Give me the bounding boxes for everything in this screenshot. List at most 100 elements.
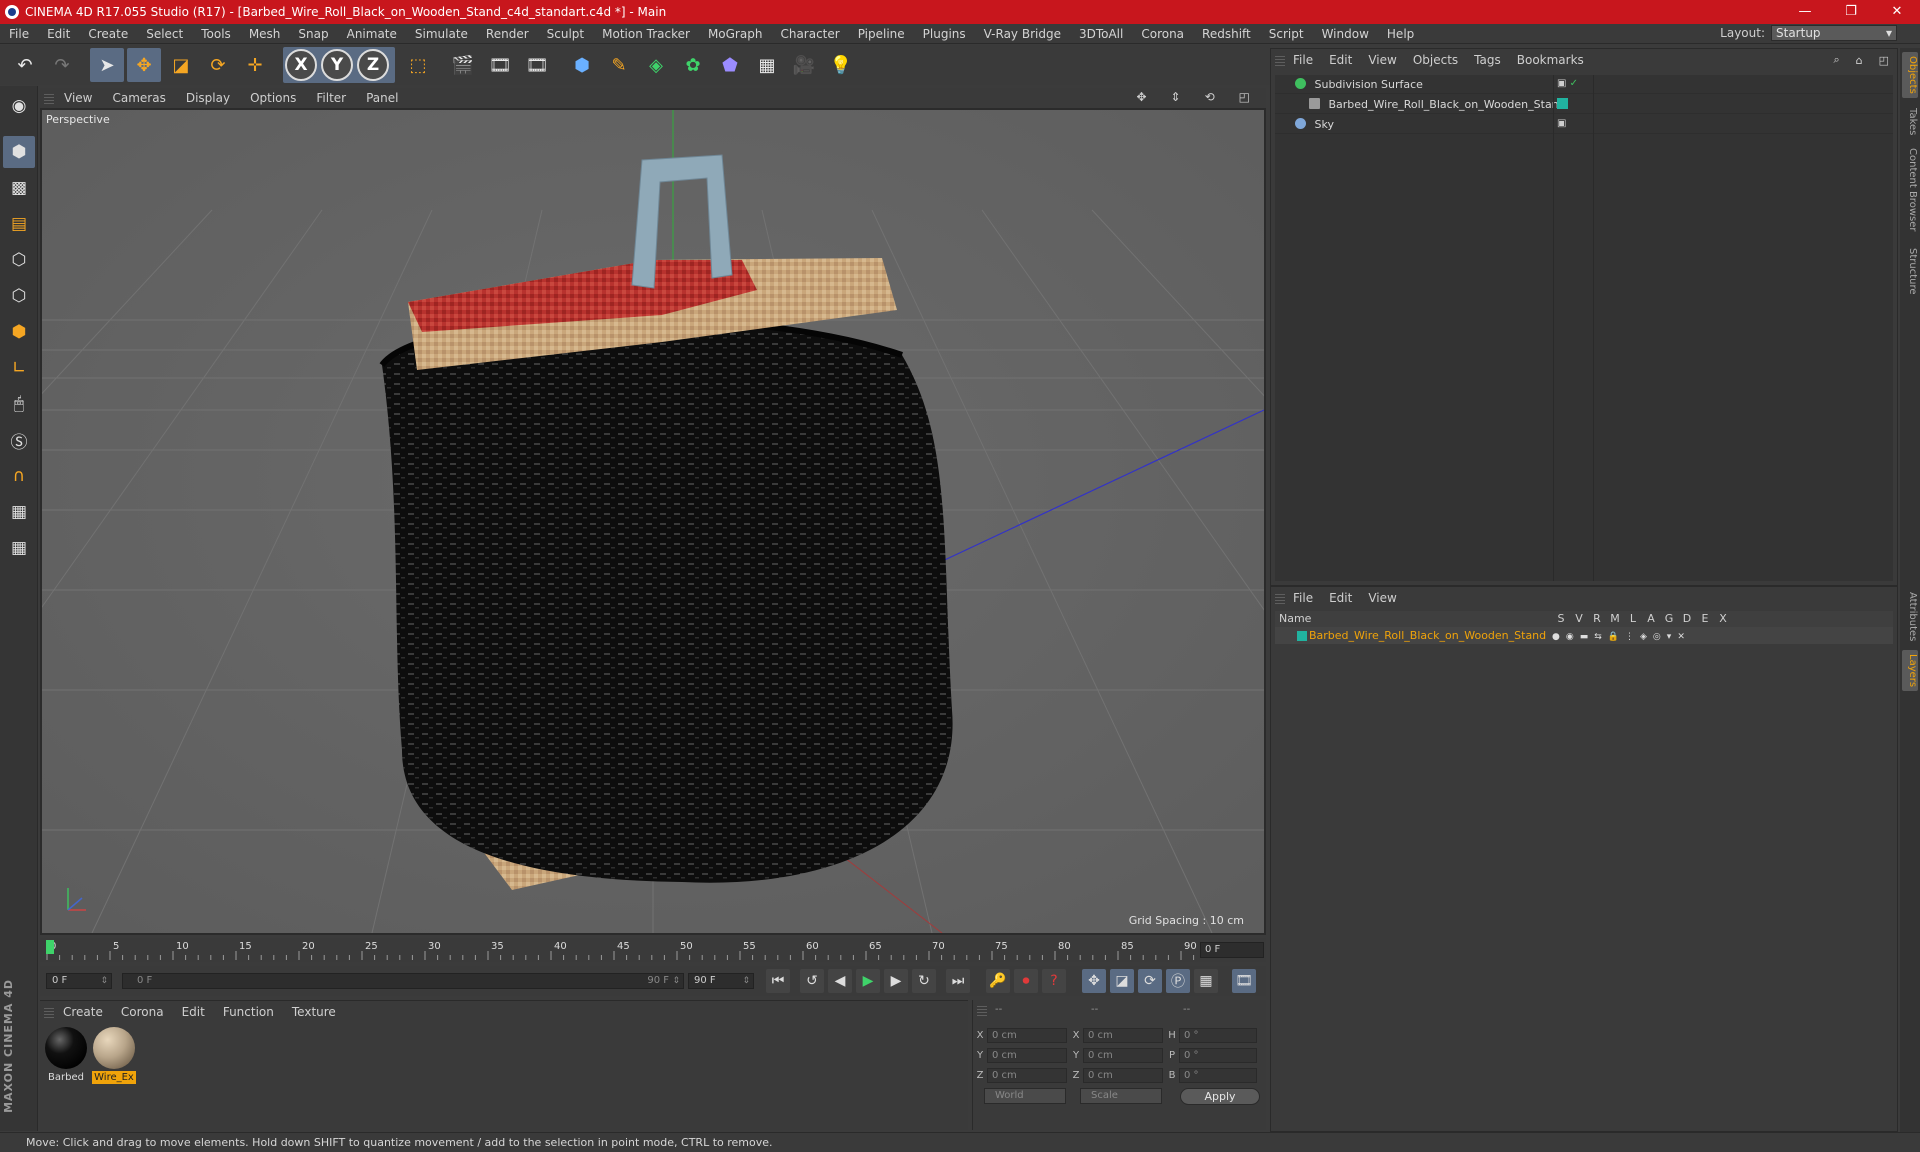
timeline-window-icon[interactable]: 🎞 — [1232, 969, 1256, 993]
menu-plugins[interactable]: Plugins — [914, 27, 975, 41]
menu-3dtoall[interactable]: 3DToAll — [1070, 27, 1132, 41]
camera-icon[interactable]: 🎥 — [787, 48, 821, 82]
magnet-icon[interactable]: ∩ — [3, 460, 35, 492]
close-button[interactable]: ✕ — [1874, 0, 1920, 24]
menu-render[interactable]: Render — [477, 27, 538, 41]
menu-edit[interactable]: Edit — [38, 27, 79, 41]
layers-menu-view[interactable]: View — [1360, 591, 1404, 605]
layout-dropdown[interactable]: Startup — [1771, 25, 1897, 41]
rotation-key-icon[interactable]: ⟳ — [1138, 969, 1162, 993]
tab-content-browser[interactable]: Content Browser — [1902, 144, 1918, 235]
objects-menu-file[interactable]: File — [1285, 53, 1321, 67]
solo-icon[interactable]: Ⓢ — [3, 424, 35, 456]
material-menu-edit[interactable]: Edit — [173, 1005, 214, 1019]
apply-button[interactable]: Apply — [1180, 1088, 1260, 1105]
minimize-button[interactable]: — — [1782, 0, 1828, 24]
end-frame-field[interactable]: 90 F — [688, 973, 754, 989]
objects-menu-bookmarks[interactable]: Bookmarks — [1509, 53, 1592, 67]
animation-toggle-icon[interactable]: ⋮ — [1625, 629, 1634, 646]
layers-menu-file[interactable]: File — [1285, 591, 1321, 605]
size-x-field[interactable]: 0 cm — [1083, 1028, 1163, 1043]
render-toggle-icon[interactable]: ▬ — [1580, 629, 1589, 646]
rotate-icon[interactable]: ⟳ — [201, 48, 235, 82]
material-menu-function[interactable]: Function — [214, 1005, 283, 1019]
material-menu-texture[interactable]: Texture — [283, 1005, 345, 1019]
points-mode-icon[interactable]: ⬡ — [3, 244, 35, 276]
previous-key-icon[interactable]: ↺ — [800, 969, 824, 993]
viewport-menu-view[interactable]: View — [54, 91, 102, 105]
object-row-subdivision-surface[interactable]: Subdivision Surface — [1275, 75, 1893, 94]
position-z-field[interactable]: 0 cm — [987, 1068, 1067, 1083]
menu-vray-bridge[interactable]: V-Ray Bridge — [975, 27, 1070, 41]
rotation-h-field[interactable]: 0 ° — [1179, 1028, 1257, 1043]
menu-pipeline[interactable]: Pipeline — [849, 27, 914, 41]
material-menu-corona[interactable]: Corona — [112, 1005, 173, 1019]
render-view-icon[interactable]: 🎬 — [446, 48, 480, 82]
restore-button[interactable]: ❐ — [1828, 0, 1874, 24]
menu-mesh[interactable]: Mesh — [240, 27, 290, 41]
go-to-end-icon[interactable]: ⏭ — [946, 969, 970, 993]
menu-simulate[interactable]: Simulate — [406, 27, 477, 41]
viewport-menu-panel[interactable]: Panel — [356, 91, 408, 105]
position-y-field[interactable]: 0 cm — [987, 1048, 1067, 1063]
object-row-sky[interactable]: Sky — [1275, 115, 1893, 134]
menu-animate[interactable]: Animate — [338, 27, 406, 41]
start-frame-field[interactable]: 0 F — [46, 973, 112, 989]
size-y-field[interactable]: 0 cm — [1083, 1048, 1163, 1063]
timeline-ruler[interactable]: 051015202530354045505560657075808590 0 F — [40, 938, 1266, 962]
undo-icon[interactable]: ↶ — [8, 48, 42, 82]
visibility-toggles-row3[interactable]: ▣ — [1557, 118, 1566, 129]
view-toggle-icon[interactable]: ◉ — [1566, 629, 1574, 646]
objects-menu-objects[interactable]: Objects — [1405, 53, 1466, 67]
move-icon[interactable]: ✥ — [127, 48, 161, 82]
viewport-menu-display[interactable]: Display — [176, 91, 240, 105]
frame-range-slider[interactable]: 0 F 90 F — [122, 973, 684, 989]
menu-file[interactable]: File — [0, 27, 38, 41]
tab-objects[interactable]: Objects — [1902, 52, 1918, 98]
xref-toggle-icon[interactable]: ✕ — [1677, 629, 1685, 646]
record-icon[interactable]: ⏺ — [1014, 969, 1038, 993]
x-axis-button[interactable]: X — [285, 49, 317, 81]
manager-toggle-icon[interactable]: ⇆ — [1594, 629, 1602, 646]
search-icon[interactable]: ⌕ — [1825, 53, 1847, 67]
viewport-menu-options[interactable]: Options — [240, 91, 306, 105]
y-axis-button[interactable]: Y — [321, 49, 353, 81]
menu-help[interactable]: Help — [1378, 27, 1423, 41]
menu-redshift[interactable]: Redshift — [1193, 27, 1260, 41]
z-axis-button[interactable]: Z — [357, 49, 389, 81]
menu-corona[interactable]: Corona — [1132, 27, 1193, 41]
position-x-field[interactable]: 0 cm — [987, 1028, 1067, 1043]
tab-structure[interactable]: Structure — [1902, 244, 1918, 299]
snap-settings-icon[interactable]: ▦ — [3, 532, 35, 564]
generator-toggle-icon[interactable]: ◈ — [1640, 629, 1647, 646]
dolly-icon[interactable]: ⇕ — [1161, 90, 1191, 104]
orbit-icon[interactable]: ⟲ — [1195, 90, 1225, 104]
subdivision-icon[interactable]: ◈ — [639, 48, 673, 82]
go-to-start-icon[interactable]: ⏮ — [766, 969, 790, 993]
render-picture-viewer-icon[interactable]: 🎞 — [483, 48, 517, 82]
make-editable-icon[interactable]: ◉ — [3, 90, 35, 122]
point-level-icon[interactable]: ▦ — [1194, 969, 1218, 993]
redo-icon[interactable]: ↷ — [45, 48, 79, 82]
rotation-b-field[interactable]: 0 ° — [1179, 1068, 1257, 1083]
snap-grid-icon[interactable]: ▦ — [3, 496, 35, 528]
menu-script[interactable]: Script — [1260, 27, 1313, 41]
render-settings-icon[interactable]: 🎞 — [520, 48, 554, 82]
viewport-scene[interactable] — [42, 110, 1264, 933]
polygons-mode-icon[interactable]: ⬢ — [3, 316, 35, 348]
parameter-key-icon[interactable]: Ⓟ — [1166, 969, 1190, 993]
current-frame-field[interactable]: 0 F — [1200, 942, 1264, 958]
solo-toggle-icon[interactable]: ● — [1552, 629, 1560, 646]
menu-window[interactable]: Window — [1313, 27, 1378, 41]
lock-toggle-icon[interactable]: 🔒 — [1608, 629, 1619, 646]
select-arrow-icon[interactable]: ➤ — [90, 48, 124, 82]
axis-mode-icon[interactable]: ∟ — [3, 352, 35, 384]
menu-select[interactable]: Select — [137, 27, 192, 41]
previous-frame-icon[interactable]: ◀ — [828, 969, 852, 993]
position-key-icon[interactable]: ✥ — [1082, 969, 1106, 993]
layers-menu-edit[interactable]: Edit — [1321, 591, 1360, 605]
pen-spline-icon[interactable]: ✎ — [602, 48, 636, 82]
home-icon[interactable]: ⌂ — [1848, 54, 1871, 67]
next-frame-icon[interactable]: ▶ — [884, 969, 908, 993]
keyframe-selection-icon[interactable]: 🔑 — [986, 969, 1010, 993]
